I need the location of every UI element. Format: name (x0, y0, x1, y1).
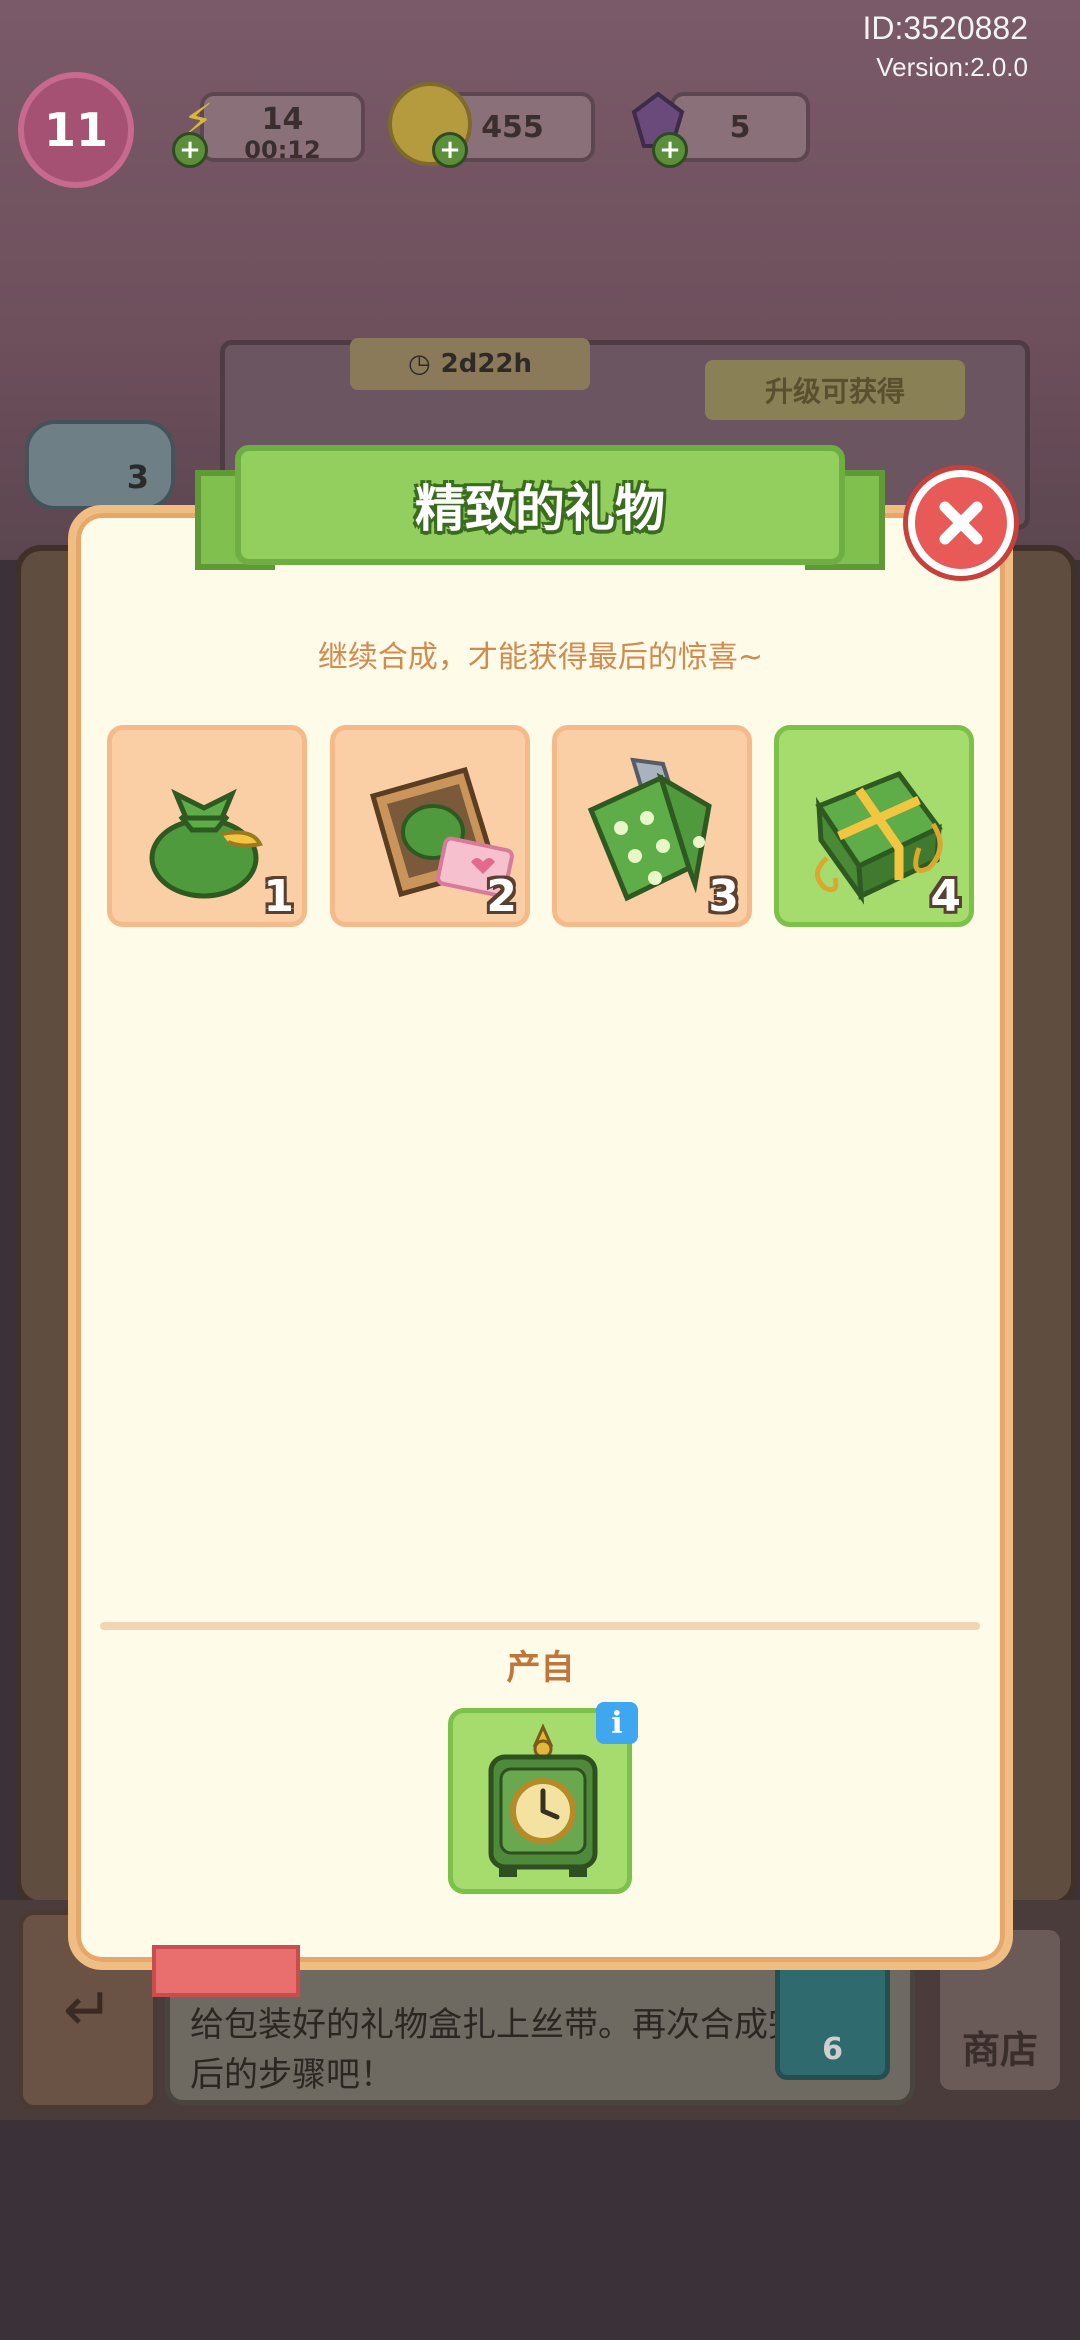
modal-title: 精致的礼物 (415, 480, 665, 538)
chain-level-3: 3 (708, 871, 739, 922)
upgrade-reward-label: 升级可获得 (705, 360, 965, 420)
shop-label: 商店 (961, 2028, 1038, 2072)
player-id: ID:3520882 (862, 10, 1028, 46)
chain-level-2: 2 (486, 871, 517, 922)
version-label: Version:2.0.0 (876, 52, 1028, 82)
chain-level-4: 4 (930, 871, 961, 922)
level-badge[interactable]: 11 (18, 72, 134, 188)
scene-floor (0, 2120, 1080, 2340)
chain-item-1[interactable]: 1 (107, 725, 307, 927)
add-coins-button[interactable]: + (432, 132, 468, 168)
slot-count: 6 (822, 2032, 843, 2067)
coin-slot[interactable]: 6 (775, 1960, 890, 2080)
exit-icon: ↵ (62, 1975, 114, 2045)
clock-icon: ◷ (407, 349, 431, 379)
event-timer-text: 2d22h (440, 349, 533, 379)
close-button[interactable] (908, 470, 1014, 576)
chain-level-1: 1 (263, 871, 294, 922)
character-badge[interactable]: 3 (25, 420, 175, 510)
coins-value: 455 (481, 109, 544, 145)
info-button[interactable]: i (596, 1702, 638, 1744)
ribbon-tag (152, 1945, 300, 1997)
event-timer: ◷ 2d22h (350, 338, 590, 390)
chain-item-3[interactable]: 3 (552, 725, 752, 927)
gems-value: 5 (729, 109, 751, 145)
chain-item-4-current[interactable]: 4 (774, 725, 974, 927)
source-label: 产自 (506, 1648, 575, 1688)
info-icon: i (611, 1705, 623, 1741)
modal-subtitle: 继续合成，才能获得最后的惊喜~ (317, 640, 764, 675)
green-clock-icon (488, 1723, 598, 1877)
add-energy-button[interactable]: + (172, 132, 208, 168)
add-gems-button[interactable]: + (652, 132, 688, 168)
modal-divider (100, 1622, 980, 1630)
tip-text: 给包装好的礼物盒扎上丝带。再次合成完成最后的步骤吧！ (190, 2005, 870, 2095)
energy-value: 14 (261, 102, 304, 137)
modal-title-banner: 精致的礼物 (235, 445, 845, 565)
chain-item-2[interactable]: 2 (330, 725, 530, 927)
character-count: 3 (126, 458, 149, 496)
close-icon (939, 501, 983, 545)
energy-timer: 00:12 (244, 136, 321, 164)
